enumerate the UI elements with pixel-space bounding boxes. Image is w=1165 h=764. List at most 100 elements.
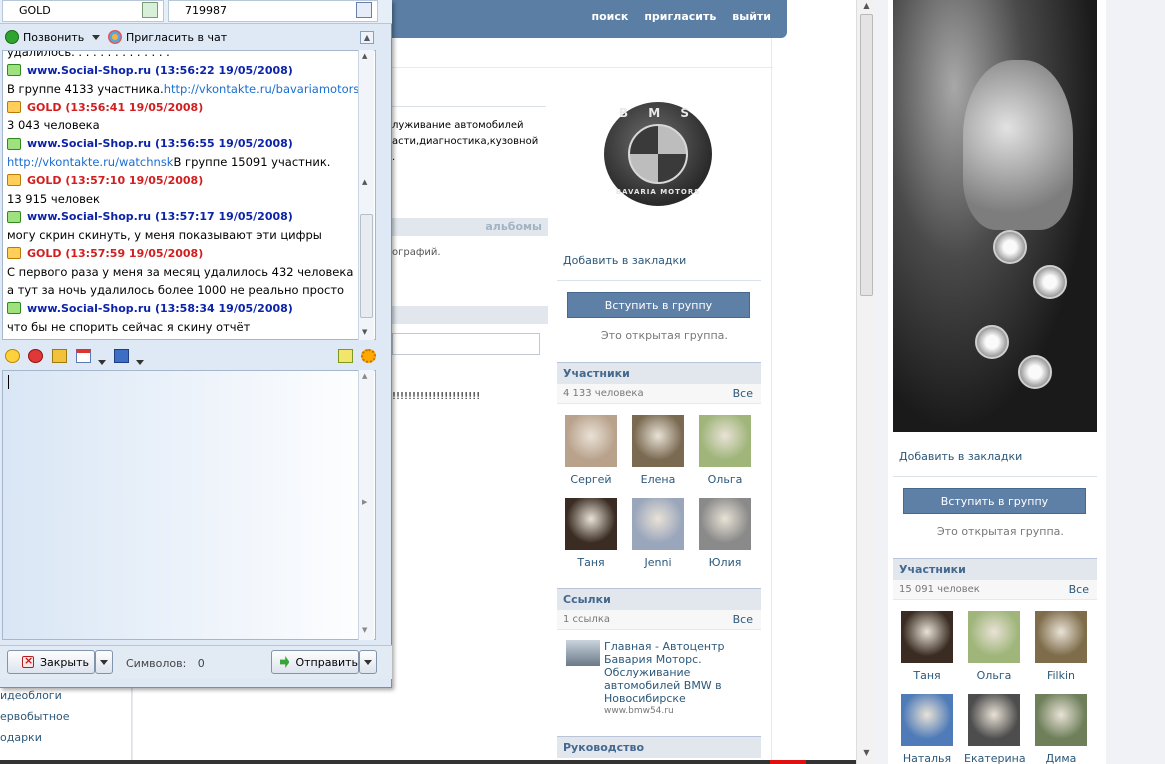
- member-name[interactable]: Дима: [1031, 752, 1091, 764]
- message-sender-icon: [7, 174, 21, 187]
- member-name[interactable]: Таня: [561, 556, 621, 569]
- albums-label[interactable]: альбомы: [485, 220, 542, 233]
- message-header: www.Social-Shop.ru (13:56:55 19/05/2008): [7, 134, 359, 152]
- link-thumbnail[interactable]: [566, 640, 600, 666]
- message-body: удалилось. . . . . . . . . . . . . .: [7, 50, 170, 60]
- scroll-down-arrow-icon[interactable]: ▼: [362, 328, 367, 336]
- link-title[interactable]: Главная - Автоцентр Бавария Моторс. Обсл…: [604, 640, 754, 705]
- member-card[interactable]: Наталья: [897, 694, 957, 764]
- sidebar-link-videoblogs[interactable]: идеоблоги: [0, 685, 131, 706]
- description-line: асти,диагностика,кузовной: [392, 136, 539, 147]
- member-avatar[interactable]: [632, 415, 684, 467]
- header-link-invite[interactable]: пригласить: [644, 10, 716, 23]
- links-all-link[interactable]: Все: [733, 613, 753, 626]
- add-bookmark-link[interactable]: Добавить в закладки: [563, 254, 686, 267]
- settings-gear-icon[interactable]: [361, 349, 376, 363]
- member-name[interactable]: Сергей: [561, 473, 621, 486]
- message-log[interactable]: удалилось. . . . . . . . . . . . . . www.…: [2, 50, 376, 340]
- member-card[interactable]: Дима: [1031, 694, 1091, 764]
- members-title-2: Участники: [899, 563, 966, 576]
- member-name[interactable]: Ольга: [964, 669, 1024, 682]
- members-count: 4 133 человека: [563, 388, 644, 399]
- page-scrollbar[interactable]: ▲ ▼: [856, 0, 876, 764]
- input-scrollbar[interactable]: ▲ ▶ ▼: [358, 370, 374, 640]
- contact-info-icon[interactable]: [142, 2, 158, 18]
- members-all-link[interactable]: Все: [733, 387, 753, 400]
- member-card[interactable]: Filkin: [1031, 611, 1091, 682]
- member-name[interactable]: Filkin: [1031, 669, 1091, 682]
- log-scrollbar[interactable]: ▲ ▲ ▼: [358, 50, 374, 340]
- member-card[interactable]: Елена: [628, 415, 688, 486]
- header-link-logout[interactable]: выйти: [732, 10, 771, 23]
- file-transfer-icon[interactable]: [52, 349, 67, 363]
- member-avatar[interactable]: [901, 611, 953, 663]
- join-group-button[interactable]: Вступить в группу: [567, 292, 750, 318]
- member-avatar[interactable]: [1035, 694, 1087, 746]
- page-scroll-thumb[interactable]: [860, 14, 873, 296]
- member-name[interactable]: Екатерина: [964, 752, 1026, 764]
- member-avatar[interactable]: [901, 694, 953, 746]
- spellcheck-icon[interactable]: [338, 349, 353, 363]
- member-name[interactable]: Ольга: [695, 473, 755, 486]
- save-dropdown[interactable]: [136, 355, 144, 368]
- join-group-button-2[interactable]: Вступить в группу: [903, 488, 1086, 514]
- contact-card-icon[interactable]: [356, 2, 372, 18]
- member-avatar[interactable]: [968, 694, 1020, 746]
- sidebar-link-primitive[interactable]: ервобытное: [0, 706, 131, 727]
- add-bookmark-link-2[interactable]: Добавить в закладки: [899, 450, 1022, 463]
- member-card[interactable]: Таня: [897, 611, 957, 682]
- member-avatar[interactable]: [1035, 611, 1087, 663]
- calendar-dropdown[interactable]: [98, 355, 106, 368]
- scroll-up-arrow-icon[interactable]: ▲: [362, 372, 367, 380]
- header-link-search[interactable]: поиск: [591, 10, 628, 23]
- member-avatar[interactable]: [699, 415, 751, 467]
- save-icon[interactable]: [114, 349, 129, 363]
- member-avatar[interactable]: [699, 498, 751, 550]
- message-link[interactable]: http://vkontakte.ru/bavariamotors: [164, 82, 360, 96]
- member-card[interactable]: Таня: [561, 498, 621, 569]
- member-name[interactable]: Юлия: [695, 556, 755, 569]
- member-name[interactable]: Таня: [897, 669, 957, 682]
- scroll-right-arrow-icon[interactable]: ▶: [362, 498, 367, 506]
- call-dropdown[interactable]: [92, 35, 100, 40]
- message-link[interactable]: http://vkontakte.ru/watchnsk: [7, 155, 173, 169]
- contact-name-field[interactable]: GOLD: [2, 0, 164, 22]
- hearts-icon[interactable]: [28, 349, 43, 363]
- group-photo[interactable]: [893, 0, 1097, 432]
- member-card[interactable]: Екатерина: [964, 694, 1026, 764]
- sidebar-link-gifts[interactable]: одарки: [0, 727, 131, 748]
- member-name[interactable]: Наталья: [897, 752, 957, 764]
- message-input[interactable]: [2, 370, 376, 640]
- member-avatar[interactable]: [968, 611, 1020, 663]
- member-name[interactable]: Jenni: [628, 556, 688, 569]
- send-dropdown[interactable]: [359, 650, 377, 674]
- scroll-up-arrow-icon[interactable]: ▲: [362, 178, 367, 186]
- member-card[interactable]: Jenni: [628, 498, 688, 569]
- collapse-icon[interactable]: ▲: [360, 31, 374, 44]
- scroll-up-arrow-icon[interactable]: ▲: [362, 52, 367, 60]
- members-all-link-2[interactable]: Все: [1069, 583, 1089, 596]
- scroll-up-arrow-icon[interactable]: ▲: [860, 1, 873, 13]
- log-scroll-thumb[interactable]: [360, 214, 373, 318]
- member-avatar[interactable]: [632, 498, 684, 550]
- member-avatar[interactable]: [565, 498, 617, 550]
- send-button[interactable]: Отправить: [271, 650, 359, 674]
- text-caret: [8, 375, 9, 389]
- close-button[interactable]: Закрыть: [7, 650, 95, 674]
- chevron-down-icon: [100, 659, 108, 665]
- member-avatar[interactable]: [565, 415, 617, 467]
- member-card[interactable]: Ольга: [964, 611, 1024, 682]
- scroll-down-arrow-icon[interactable]: ▼: [860, 748, 873, 760]
- wall-input[interactable]: [392, 333, 540, 355]
- member-card[interactable]: Сергей: [561, 415, 621, 486]
- member-name[interactable]: Елена: [628, 473, 688, 486]
- contact-uin-field[interactable]: 719987: [168, 0, 378, 22]
- scroll-down-arrow-icon[interactable]: ▼: [362, 626, 367, 634]
- call-button[interactable]: Позвонить: [5, 30, 84, 44]
- member-card[interactable]: Юлия: [695, 498, 755, 569]
- calendar-icon[interactable]: [76, 349, 91, 363]
- member-card[interactable]: Ольга: [695, 415, 755, 486]
- invite-to-chat-button[interactable]: Пригласить в чат: [108, 30, 227, 44]
- smile-icon[interactable]: [5, 349, 20, 363]
- close-dropdown[interactable]: [95, 650, 113, 674]
